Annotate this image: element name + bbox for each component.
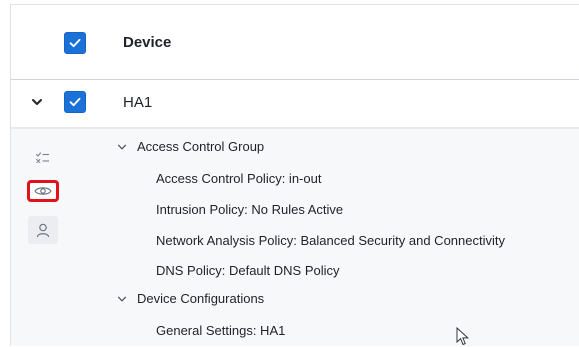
list-item: Access Control Policy: in-out	[156, 171, 322, 186]
check-icon	[69, 97, 81, 107]
list-item: DNS Policy: Default DNS Policy	[156, 263, 340, 278]
chevron-down-icon[interactable]	[117, 294, 127, 304]
row-select-checkbox[interactable]	[64, 91, 86, 113]
table-row[interactable]	[11, 81, 579, 129]
table-header: Device	[11, 5, 579, 80]
check-icon	[69, 38, 81, 48]
header-divider	[11, 79, 579, 80]
device-name[interactable]: HA1	[123, 92, 152, 114]
checklist-icon[interactable]	[26, 145, 60, 171]
list-item: General Settings: HA1	[156, 323, 286, 338]
column-header-device[interactable]: Device	[123, 32, 171, 54]
section-title-access-control-group[interactable]: Access Control Group	[137, 138, 264, 156]
select-all-checkbox[interactable]	[64, 32, 86, 54]
section-title-device-configurations[interactable]: Device Configurations	[137, 290, 264, 308]
chevron-down-icon[interactable]	[117, 142, 127, 152]
mouse-cursor-icon	[456, 327, 470, 346]
list-item: Network Analysis Policy: Balanced Securi…	[156, 233, 505, 248]
user-icon[interactable]	[28, 216, 58, 244]
eye-icon[interactable]	[27, 180, 59, 202]
list-item: Intrusion Policy: No Rules Active	[156, 202, 344, 217]
chevron-down-icon[interactable]	[31, 96, 43, 108]
